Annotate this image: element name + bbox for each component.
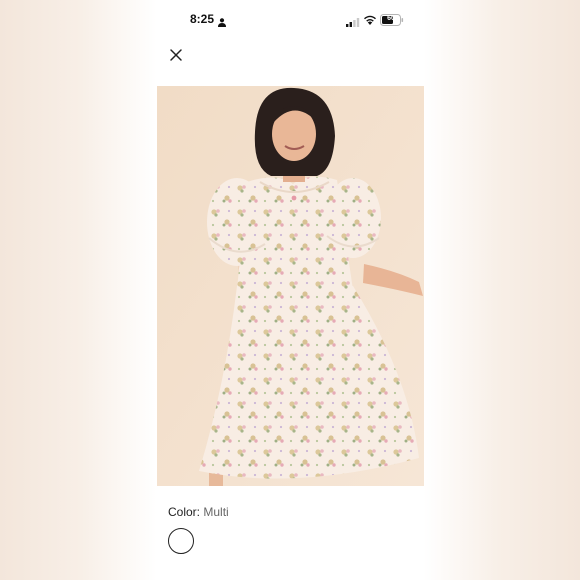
color-label-title: Color: bbox=[168, 505, 201, 519]
signal-icon bbox=[346, 14, 360, 32]
status-bar: 8:25 60 bbox=[157, 0, 424, 38]
color-swatch-multi[interactable] bbox=[168, 528, 194, 554]
color-label: Color: Multi bbox=[168, 505, 229, 519]
color-value: Multi bbox=[203, 505, 229, 519]
close-icon bbox=[170, 49, 182, 61]
person-icon bbox=[218, 14, 226, 32]
close-button[interactable] bbox=[165, 44, 187, 66]
wifi-icon bbox=[363, 12, 377, 30]
status-time: 8:25 bbox=[190, 12, 215, 26]
model-dress-illustration bbox=[157, 86, 424, 486]
battery-level: 60 bbox=[387, 15, 395, 22]
product-screen: 8:25 60 Color: Multi bbox=[157, 0, 424, 580]
product-image[interactable] bbox=[157, 86, 424, 486]
